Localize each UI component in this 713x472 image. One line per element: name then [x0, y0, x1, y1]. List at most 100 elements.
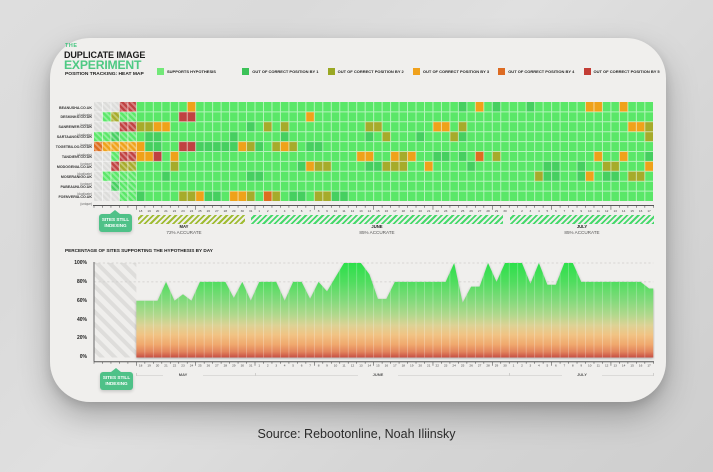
svg-text:2: 2 — [267, 364, 269, 368]
svg-text:3: 3 — [275, 209, 277, 213]
svg-text:20: 20 — [419, 209, 423, 213]
svg-text:10: 10 — [334, 364, 338, 368]
svg-text:5: 5 — [292, 209, 294, 213]
svg-text:8: 8 — [572, 209, 574, 213]
svg-text:22: 22 — [173, 364, 177, 368]
svg-text:25: 25 — [461, 209, 465, 213]
svg-text:1: 1 — [258, 364, 260, 368]
svg-text:20: 20 — [419, 364, 423, 368]
svg-text:10: 10 — [334, 209, 338, 213]
svg-text:13: 13 — [613, 364, 617, 368]
svg-text:25: 25 — [198, 209, 202, 213]
svg-text:15: 15 — [630, 209, 634, 213]
svg-text:24: 24 — [190, 209, 194, 213]
svg-text:4: 4 — [538, 364, 540, 368]
svg-text:24: 24 — [190, 364, 194, 368]
svg-text:11: 11 — [342, 209, 345, 213]
svg-text:27: 27 — [215, 364, 219, 368]
svg-text:26: 26 — [469, 364, 473, 368]
svg-text:30: 30 — [503, 364, 507, 368]
svg-text:27: 27 — [478, 209, 482, 213]
svg-text:14: 14 — [368, 209, 372, 213]
svg-text:10: 10 — [588, 209, 592, 213]
svg-text:24: 24 — [452, 209, 456, 213]
svg-text:28: 28 — [224, 364, 228, 368]
svg-text:5: 5 — [547, 364, 549, 368]
svg-text:19: 19 — [147, 364, 151, 368]
svg-text:9: 9 — [580, 209, 582, 213]
svg-text:8: 8 — [318, 364, 320, 368]
svg-text:10: 10 — [588, 364, 592, 368]
svg-text:19: 19 — [147, 209, 151, 213]
svg-text:1: 1 — [258, 209, 260, 213]
svg-text:15: 15 — [630, 364, 634, 368]
svg-text:15: 15 — [376, 364, 380, 368]
svg-text:17: 17 — [647, 364, 651, 368]
svg-text:21: 21 — [164, 364, 168, 368]
svg-text:22: 22 — [435, 364, 439, 368]
svg-text:24: 24 — [452, 364, 456, 368]
svg-text:13: 13 — [359, 364, 363, 368]
svg-text:4: 4 — [284, 364, 286, 368]
svg-text:30: 30 — [241, 364, 245, 368]
svg-text:6: 6 — [301, 209, 303, 213]
svg-text:17: 17 — [393, 209, 397, 213]
svg-text:21: 21 — [164, 209, 168, 213]
svg-text:9: 9 — [326, 209, 328, 213]
svg-text:29: 29 — [232, 364, 236, 368]
svg-text:2: 2 — [521, 209, 523, 213]
svg-text:23: 23 — [444, 209, 448, 213]
svg-text:26: 26 — [207, 364, 211, 368]
svg-text:22: 22 — [435, 209, 439, 213]
svg-text:15: 15 — [376, 209, 380, 213]
svg-text:8: 8 — [318, 209, 320, 213]
svg-text:28: 28 — [224, 209, 228, 213]
svg-text:4: 4 — [284, 209, 286, 213]
svg-text:11: 11 — [342, 364, 345, 368]
svg-text:20: 20 — [156, 364, 160, 368]
svg-text:23: 23 — [181, 209, 185, 213]
svg-text:18: 18 — [139, 209, 143, 213]
svg-text:13: 13 — [359, 209, 363, 213]
svg-text:6: 6 — [301, 364, 303, 368]
svg-text:5: 5 — [292, 364, 294, 368]
svg-text:27: 27 — [215, 209, 219, 213]
svg-text:29: 29 — [495, 364, 499, 368]
svg-text:16: 16 — [385, 364, 389, 368]
svg-text:26: 26 — [469, 209, 473, 213]
svg-text:23: 23 — [444, 364, 448, 368]
svg-text:16: 16 — [385, 209, 389, 213]
svg-text:13: 13 — [613, 209, 617, 213]
svg-text:28: 28 — [486, 209, 490, 213]
svg-text:31: 31 — [249, 364, 253, 368]
svg-text:3: 3 — [530, 364, 532, 368]
svg-text:6: 6 — [555, 364, 557, 368]
svg-text:9: 9 — [580, 364, 582, 368]
svg-text:20: 20 — [156, 209, 160, 213]
svg-text:3: 3 — [275, 364, 277, 368]
svg-text:21: 21 — [427, 209, 431, 213]
svg-text:7: 7 — [309, 209, 311, 213]
svg-text:18: 18 — [402, 209, 406, 213]
svg-text:14: 14 — [622, 209, 626, 213]
svg-text:25: 25 — [198, 364, 202, 368]
svg-text:14: 14 — [622, 364, 626, 368]
svg-text:3: 3 — [530, 209, 532, 213]
svg-text:18: 18 — [139, 364, 143, 368]
svg-text:29: 29 — [232, 209, 236, 213]
svg-text:2: 2 — [521, 364, 523, 368]
svg-text:31: 31 — [249, 209, 253, 213]
svg-text:1: 1 — [513, 209, 515, 213]
svg-text:16: 16 — [639, 364, 643, 368]
svg-text:1: 1 — [513, 364, 515, 368]
svg-text:17: 17 — [647, 209, 651, 213]
svg-text:4: 4 — [538, 209, 540, 213]
svg-text:7: 7 — [563, 364, 565, 368]
svg-text:2: 2 — [267, 209, 269, 213]
svg-text:12: 12 — [351, 364, 355, 368]
svg-text:7: 7 — [309, 364, 311, 368]
svg-text:18: 18 — [402, 364, 406, 368]
svg-text:30: 30 — [241, 209, 245, 213]
svg-text:9: 9 — [326, 364, 328, 368]
svg-text:5: 5 — [547, 209, 549, 213]
